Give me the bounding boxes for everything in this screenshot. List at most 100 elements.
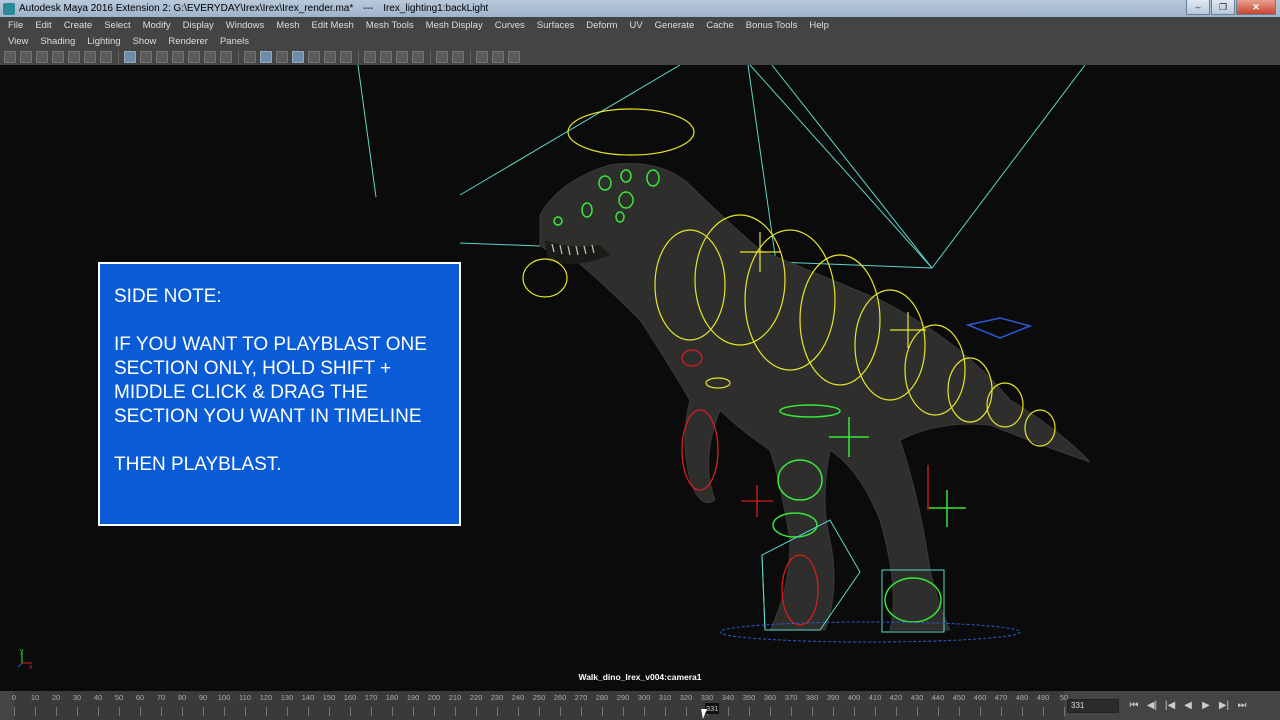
timeline-tick-label: 420 [889,693,903,702]
menu-mesh[interactable]: Mesh [270,20,305,31]
xray-components-icon[interactable] [492,50,504,63]
menu-select[interactable]: Select [98,20,136,31]
timeline-tick-label: 380 [805,693,819,702]
timeline-tick [497,707,498,716]
panel-menu-renderer[interactable]: Renderer [162,36,214,47]
resolution-gate-icon[interactable] [156,50,168,63]
panel-menu-show[interactable]: Show [127,36,163,47]
timeline-tick-label: 180 [385,693,399,702]
menu-modify[interactable]: Modify [137,20,177,31]
panel-menu-panels[interactable]: Panels [214,36,255,47]
timeline-tick [539,707,540,716]
timeline-ruler[interactable]: 0 10 20 30 40 50 60 70 80 90 100 110 120 130 140 150 160… [11,691,1068,720]
timeline-tick-label: 390 [826,693,840,702]
go-to-start-button[interactable]: ⏮ [1126,698,1142,714]
use-all-lights-icon[interactable] [324,50,336,63]
timeline-tick-label: 250 [532,693,546,702]
menu-display[interactable]: Display [177,20,220,31]
menu-deform[interactable]: Deform [580,20,623,31]
time-slider[interactable]: 0 10 20 30 40 50 60 70 80 90 100 110 120 130 140 150 160… [0,691,1280,720]
timeline-tick [938,707,939,716]
timeline-tick [245,707,246,716]
select-camera-icon[interactable] [4,50,16,63]
timeline-tick [350,707,351,716]
grid-icon[interactable] [124,50,136,63]
textured-icon[interactable] [308,50,320,63]
maximize-button[interactable]: ❐ [1211,0,1235,15]
current-frame-field[interactable]: 331 [1067,699,1119,713]
go-to-end-button[interactable]: ⏭ [1234,698,1250,714]
wireframe-on-shaded-icon[interactable] [292,50,304,63]
gate-mask-icon[interactable] [172,50,184,63]
play-backward-button[interactable]: ◀ [1180,698,1196,714]
menu-windows[interactable]: Windows [220,20,271,31]
xray-joints-icon[interactable] [476,50,488,63]
close-button[interactable]: ✕ [1236,0,1276,15]
isolate-select-icon[interactable] [436,50,448,63]
timeline-tick-label: 140 [301,693,315,702]
menu-edit[interactable]: Edit [29,20,57,31]
2d-pan-zoom-icon[interactable] [84,50,96,63]
timeline-tick [434,707,435,716]
image-plane-icon[interactable] [68,50,80,63]
default-material-icon[interactable] [276,50,288,63]
xray-icon[interactable] [452,50,464,63]
exposure-icon[interactable] [508,50,520,63]
toolbar-separator [430,50,431,63]
multisample-aa-icon[interactable] [396,50,408,63]
menu-generate[interactable]: Generate [649,20,701,31]
grease-pencil-icon[interactable] [100,50,112,63]
depth-of-field-icon[interactable] [412,50,424,63]
timeline-tick-label: 240 [511,693,525,702]
window-subtitle: Irex_lighting1:backLight [383,3,489,14]
menu-uv[interactable]: UV [623,20,648,31]
menu-mesh-display[interactable]: Mesh Display [420,20,489,31]
lock-camera-icon[interactable] [20,50,32,63]
timeline-tick-label: 130 [280,693,294,702]
menu-help[interactable]: Help [803,20,835,31]
wireframe-icon[interactable] [244,50,256,63]
bookmark-icon[interactable] [52,50,64,63]
timeline-tick [980,707,981,716]
viewport[interactable]: SIDE NOTE: IF YOU WANT TO PLAYBLAST ONE … [0,65,1280,691]
step-back-key-button[interactable]: ◀| [1144,698,1160,714]
timeline-tick [686,707,687,716]
camera-attributes-icon[interactable] [36,50,48,63]
timeline-tick-label: 0 [11,693,17,702]
step-back-frame-button[interactable]: |◀ [1162,698,1178,714]
timeline-tick-label: 50 [114,693,124,702]
menu-edit-mesh[interactable]: Edit Mesh [306,20,360,31]
minimize-button[interactable]: – [1186,0,1210,15]
menu-curves[interactable]: Curves [489,20,531,31]
timeline-tick [959,707,960,716]
step-forward-frame-button[interactable]: ▶| [1216,698,1232,714]
panel-toolbar [0,48,1280,65]
menu-create[interactable]: Create [58,20,99,31]
safe-action-icon[interactable] [204,50,216,63]
panel-menu-lighting[interactable]: Lighting [81,36,126,47]
timeline-tick [182,707,183,716]
panel-menu-shading[interactable]: Shading [34,36,81,47]
timeline-tick-label: 10 [30,693,40,702]
play-forward-button[interactable]: ▶ [1198,698,1214,714]
timeline-tick-label: 20 [51,693,61,702]
motion-blur-icon[interactable] [380,50,392,63]
timeline-tick [875,707,876,716]
timeline-tick [140,707,141,716]
film-gate-icon[interactable] [140,50,152,63]
screen-space-ao-icon[interactable] [364,50,376,63]
menu-surfaces[interactable]: Surfaces [531,20,581,31]
panel-menu-view[interactable]: View [2,36,34,47]
timeline-tick-label: 210 [448,693,462,702]
axis-x-label: x [29,664,33,669]
safe-title-icon[interactable] [220,50,232,63]
smooth-shade-icon[interactable] [260,50,272,63]
field-chart-icon[interactable] [188,50,200,63]
shadows-icon[interactable] [340,50,352,63]
menu-cache[interactable]: Cache [700,20,739,31]
timeline-tick-label: 170 [364,693,378,702]
toolbar-separator [358,50,359,63]
menu-file[interactable]: File [2,20,29,31]
menu-bonus-tools[interactable]: Bonus Tools [740,20,804,31]
menu-mesh-tools[interactable]: Mesh Tools [360,20,420,31]
